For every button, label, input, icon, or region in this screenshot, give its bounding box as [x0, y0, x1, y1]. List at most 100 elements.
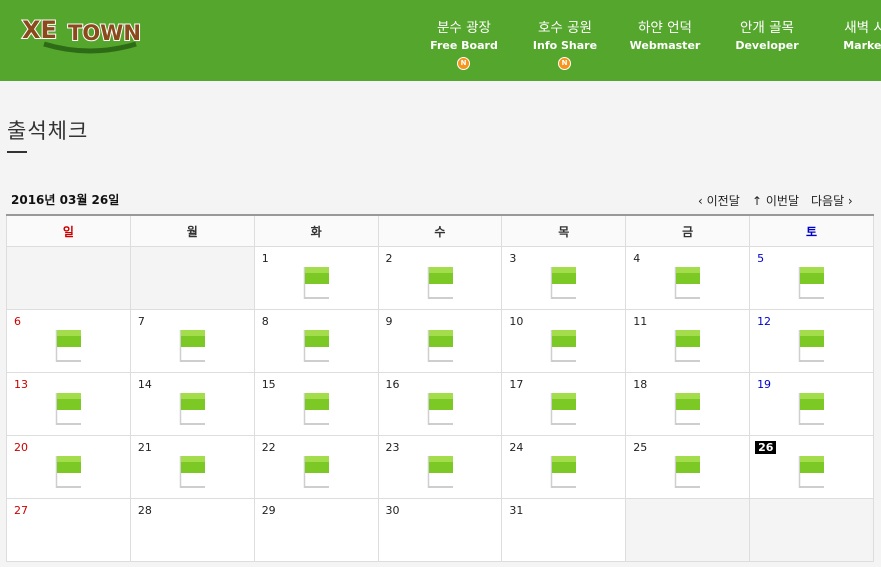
calendar-day-cell: 10 — [501, 309, 627, 373]
green-flag-icon — [55, 330, 81, 362]
day-number: 17 — [509, 378, 524, 391]
site-logo[interactable]: XE TOWN — [20, 12, 160, 54]
green-flag-icon — [674, 456, 701, 488]
green-flag-icon — [798, 330, 825, 362]
nav-item-webmaster[interactable]: 하얀 언덕 Webmaster — [626, 0, 704, 81]
day-number: 13 — [14, 378, 28, 391]
svg-text:TOWN: TOWN — [68, 21, 141, 45]
green-flag-icon — [427, 456, 453, 488]
calendar-cell-empty — [6, 246, 131, 310]
day-number: 29 — [261, 504, 276, 517]
nav-label: 새벽 시 — [844, 20, 881, 36]
green-flag-icon — [798, 393, 825, 425]
calendar-day-cell: 1 — [253, 246, 379, 310]
calendar-day-cell: 27 — [6, 498, 131, 562]
calendar-day-cell: 26 — [749, 435, 874, 499]
nav-label: 안개 골목 — [740, 20, 794, 36]
calendar-day-cell: 23 — [377, 435, 503, 499]
weekday-thu: 목 — [501, 214, 627, 247]
day-number: 10 — [509, 315, 524, 328]
calendar-day-cell: 20 — [6, 435, 131, 499]
calendar-day-cell: 8 — [253, 309, 379, 373]
day-number: 19 — [757, 378, 772, 391]
nav-item-developer[interactable]: 안개 골목 Developer — [728, 0, 806, 81]
calendar-day-cell: 18 — [625, 372, 751, 436]
site-header: XE TOWN 분수 광장 Free Board N 호수 공원 Info Sh… — [0, 0, 881, 81]
title-underline — [7, 151, 27, 153]
this-month-link[interactable]: ↑ 이번달 — [752, 192, 799, 209]
calendar-day-cell: 16 — [377, 372, 503, 436]
new-badge-icon: N — [558, 57, 571, 70]
nav-label: 하얀 언덕 — [638, 20, 692, 36]
calendar-week-row: 27 28 29 30 31 — [6, 498, 874, 562]
nav-sublabel: Market — [843, 39, 881, 52]
calendar-week-row: 20 21 22 23 24 25 26 — [6, 435, 874, 499]
today-day-number: 26 — [755, 441, 777, 454]
green-flag-icon — [674, 267, 701, 299]
green-flag-icon — [550, 393, 577, 425]
day-number: 23 — [385, 441, 400, 454]
day-number: 22 — [261, 441, 276, 454]
day-number: 6 — [14, 315, 21, 328]
day-number: 18 — [633, 378, 648, 391]
day-number: 7 — [137, 315, 145, 328]
green-flag-icon — [179, 330, 205, 362]
green-flag-icon — [427, 267, 453, 299]
day-number: 5 — [757, 252, 765, 265]
green-flag-icon — [550, 267, 577, 299]
nav-item-free-board[interactable]: 분수 광장 Free Board N — [425, 0, 503, 81]
green-flag-icon — [674, 330, 701, 362]
calendar-day-cell: 9 — [377, 309, 503, 373]
calendar-day-cell: 11 — [625, 309, 751, 373]
nav-item-info-share[interactable]: 호수 공원 Info Share N — [526, 0, 604, 81]
day-number: 28 — [137, 504, 152, 517]
calendar-day-cell: 2 — [377, 246, 503, 310]
day-number: 16 — [385, 378, 400, 391]
weekday-header-row: 일 월 화 수 목 금 토 — [6, 214, 874, 247]
calendar-week-row: 13 14 15 16 17 18 19 — [6, 372, 874, 436]
day-number: 11 — [633, 315, 648, 328]
weekday-sun: 일 — [6, 214, 131, 247]
day-number: 9 — [385, 315, 393, 328]
weekday-sat: 토 — [749, 214, 874, 247]
day-number: 31 — [509, 504, 524, 517]
day-number: 30 — [385, 504, 400, 517]
calendar-day-cell: 22 — [253, 435, 379, 499]
green-flag-icon — [55, 393, 81, 425]
calendar-day-cell: 19 — [749, 372, 874, 436]
calendar-day-cell: 15 — [253, 372, 379, 436]
day-number: 24 — [509, 441, 524, 454]
nav-sublabel: Free Board — [430, 39, 498, 52]
calendar-day-cell: 5 — [749, 246, 874, 310]
nav-label: 호수 공원 — [538, 20, 592, 36]
nav-item-market[interactable]: 새벽 시 Market — [826, 0, 881, 81]
calendar-week-row: 1 2 3 4 5 — [6, 246, 874, 310]
green-flag-icon — [303, 267, 329, 299]
prev-month-link[interactable]: ‹ 이전달 — [698, 192, 740, 209]
next-month-link[interactable]: 다음달 › — [811, 192, 853, 209]
current-date: 2016년 03월 26일 — [11, 193, 120, 207]
day-number: 1 — [261, 252, 269, 265]
green-flag-icon — [303, 330, 329, 362]
new-badge-icon: N — [457, 57, 470, 70]
calendar-day-cell: 13 — [6, 372, 131, 436]
calendar-cell-empty — [625, 498, 751, 562]
calendar-day-cell: 31 — [501, 498, 627, 562]
weekday-tue: 화 — [253, 214, 379, 247]
day-number: 25 — [633, 441, 648, 454]
calendar-day-cell: 14 — [129, 372, 255, 436]
green-flag-icon — [550, 456, 577, 488]
page-title: 출석체크 — [7, 119, 89, 143]
calendar-day-cell: 12 — [749, 309, 874, 373]
nav-sublabel: Info Share — [532, 39, 598, 52]
nav-sublabel: Developer — [735, 39, 799, 52]
day-number: 4 — [633, 252, 641, 265]
green-flag-icon — [303, 393, 329, 425]
calendar-day-cell: 29 — [253, 498, 379, 562]
calendar-day-cell: 3 — [501, 246, 627, 310]
calendar-day-cell: 6 — [6, 309, 131, 373]
day-number: 3 — [509, 252, 517, 265]
weekday-fri: 금 — [625, 214, 751, 247]
weekday-mon: 월 — [129, 214, 255, 247]
calendar-day-cell: 7 — [129, 309, 255, 373]
